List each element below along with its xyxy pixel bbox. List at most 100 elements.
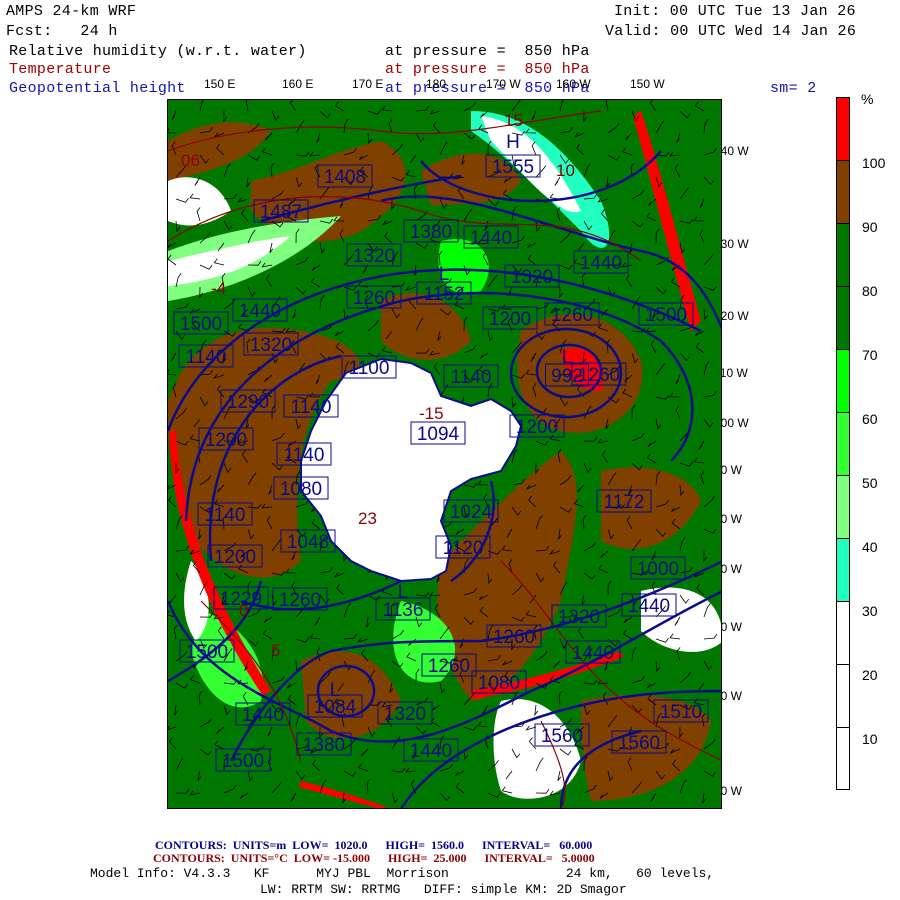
init-time: Init: 00 UTC Tue 13 Jan 26 <box>614 3 856 20</box>
height-contour-label: 1120 <box>443 538 484 559</box>
colorbar-segment <box>836 601 850 664</box>
height-contour-label: 1560 <box>618 733 660 754</box>
height-contour-label: 1500 <box>222 751 264 772</box>
colorbar-label: 90 <box>862 219 878 235</box>
height-contour-label: 1140 <box>186 347 227 368</box>
humidity-colorbar <box>836 97 850 790</box>
height-contour-label: 1500 <box>645 305 687 326</box>
colorbar-label: 10 <box>862 731 878 747</box>
temperature-contour-label: 15 <box>504 111 523 130</box>
height-contour-label: 1200 <box>214 547 256 568</box>
height-contour-label: 1440 <box>580 253 622 274</box>
height-contour-label: 1320 <box>384 704 426 725</box>
colorbar-segment <box>836 538 850 601</box>
colorbar-label: 100 <box>862 155 886 171</box>
height-contour-label: 1440 <box>410 741 452 762</box>
colorbar-label: 70 <box>862 347 878 363</box>
height-contour-label: 1440 <box>628 596 670 617</box>
height-contour-label: 1260 <box>493 627 535 648</box>
height-contour-label: 1094 <box>417 424 460 445</box>
height-contour-label: 1080 <box>478 673 520 694</box>
height-contour-label: 1408 <box>324 167 366 188</box>
colorbar-label: 40 <box>862 539 878 555</box>
height-contour-label: 1380 <box>410 222 452 243</box>
height-contour-label: 1140 <box>451 367 492 388</box>
height-contour-label: 1500 <box>180 314 222 335</box>
colorbar-segment <box>836 160 850 223</box>
longitude-label-top: 160 E <box>282 77 314 91</box>
height-contour-label: 1152 <box>424 284 465 305</box>
field-temp-name: Temperature <box>9 61 112 78</box>
colorbar-segment <box>836 412 850 475</box>
temperature-contour-label: 06 <box>181 151 200 170</box>
field-rh-level: at pressure = 850 hPa <box>385 43 590 60</box>
field-height-name: Geopotential height <box>9 80 186 97</box>
height-contour-label: 1100 <box>349 358 390 379</box>
height-contour-label: 1260 <box>428 656 470 677</box>
temperature-contour-label: 5 <box>271 641 280 660</box>
field-temp-level: at pressure = 850 hPa <box>385 61 590 78</box>
height-contour-label: 1260 <box>551 305 593 326</box>
model-title: AMPS 24-km WRF <box>6 3 137 20</box>
colorbar-segment <box>836 475 850 538</box>
colorbar-segment <box>836 664 850 727</box>
temp-contour-info: CONTOURS: UNITS=°C LOW= -15.000 HIGH= 25… <box>153 851 595 865</box>
field-rh-name: Relative humidity (w.r.t. water) <box>9 43 307 60</box>
weather-map: 1408 H 1555 1487 1380 1440 1320 L 1152 1440 1320 12… <box>167 99 722 809</box>
temperature-contour-label: 10 <box>556 161 575 180</box>
colorbar-segment <box>836 97 850 160</box>
map-canvas: 1408 H 1555 1487 1380 1440 1320 L 1152 1440 1320 12… <box>168 100 721 808</box>
height-contour-label: 1140 <box>291 397 332 418</box>
forecast-hour: Fcst: 24 h <box>6 23 118 40</box>
height-contour-label: 1440 <box>470 228 512 249</box>
colorbar-label: 50 <box>862 475 878 491</box>
pressure-center-marker: L <box>562 347 573 368</box>
temperature-contour-label: 0 <box>239 601 248 620</box>
height-contour-label: 1084 <box>314 697 357 718</box>
longitude-label-top: 150 W <box>630 77 665 91</box>
valid-time: Valid: 00 UTC Wed 14 Jan 26 <box>605 23 857 40</box>
longitude-label-top: 150 E <box>204 77 236 91</box>
smoothing-label: sm= 2 <box>770 80 817 97</box>
height-contour-label: 1440 <box>572 643 614 664</box>
height-contour-label: 1024 <box>450 502 493 523</box>
height-contour-label: 1172 <box>604 492 645 513</box>
model-info-line-1: Model Info: V4.3.3 KF MYJ PBL Morrison 2… <box>90 866 715 881</box>
height-contour-label: 1500 <box>186 642 228 663</box>
colorbar-label: 80 <box>862 283 878 299</box>
temperature-contour-label: 23 <box>358 509 377 528</box>
temperature-contour-label: -4 <box>211 279 226 298</box>
colorbar-segment <box>836 349 850 412</box>
height-contour-label: 1260 <box>279 590 321 611</box>
longitude-label-top: 170 W <box>486 77 521 91</box>
pressure-center-marker: H <box>506 132 520 153</box>
colorbar-segment <box>836 286 850 349</box>
height-contour-label: 1200 <box>489 309 531 330</box>
height-contour-label: 1140 <box>284 445 325 466</box>
height-contour-label: 1000 <box>637 559 679 580</box>
height-contour-label: 1320 <box>250 335 292 356</box>
height-contour-label: 1440 <box>242 705 284 726</box>
longitude-label-top: 170 E <box>352 77 384 91</box>
height-contour-label: 1200 <box>205 430 247 451</box>
height-contour-label: 1136 <box>383 600 424 621</box>
colorbar-label: 30 <box>862 603 878 619</box>
temperature-contour-label: -15 <box>419 404 444 423</box>
height-contour-label: 1320 <box>558 607 600 628</box>
longitude-label-top: 180 <box>426 77 447 91</box>
height-contour-label: 1487 <box>260 202 302 223</box>
height-contour-label: 1380 <box>303 735 345 756</box>
model-info-line-2: LW: RRTM SW: RRTMG DIFF: simple KM: 2D S… <box>260 882 627 897</box>
height-contour-label: 1320 <box>511 267 553 288</box>
colorbar-unit: % <box>861 91 874 107</box>
colorbar-label: 20 <box>862 667 878 683</box>
height-contour-label: 1510 <box>660 702 702 723</box>
longitude-label-top: 160 W <box>556 77 591 91</box>
height-contour-label: 1560 <box>541 726 583 747</box>
colorbar-segment <box>836 727 850 790</box>
height-contour-label: 1140 <box>205 505 246 526</box>
height-contour-label: 1555 <box>492 157 534 178</box>
colorbar-segment <box>836 223 850 286</box>
height-contour-label: 1260 <box>353 288 395 309</box>
height-contour-label: 1260 <box>578 365 620 386</box>
